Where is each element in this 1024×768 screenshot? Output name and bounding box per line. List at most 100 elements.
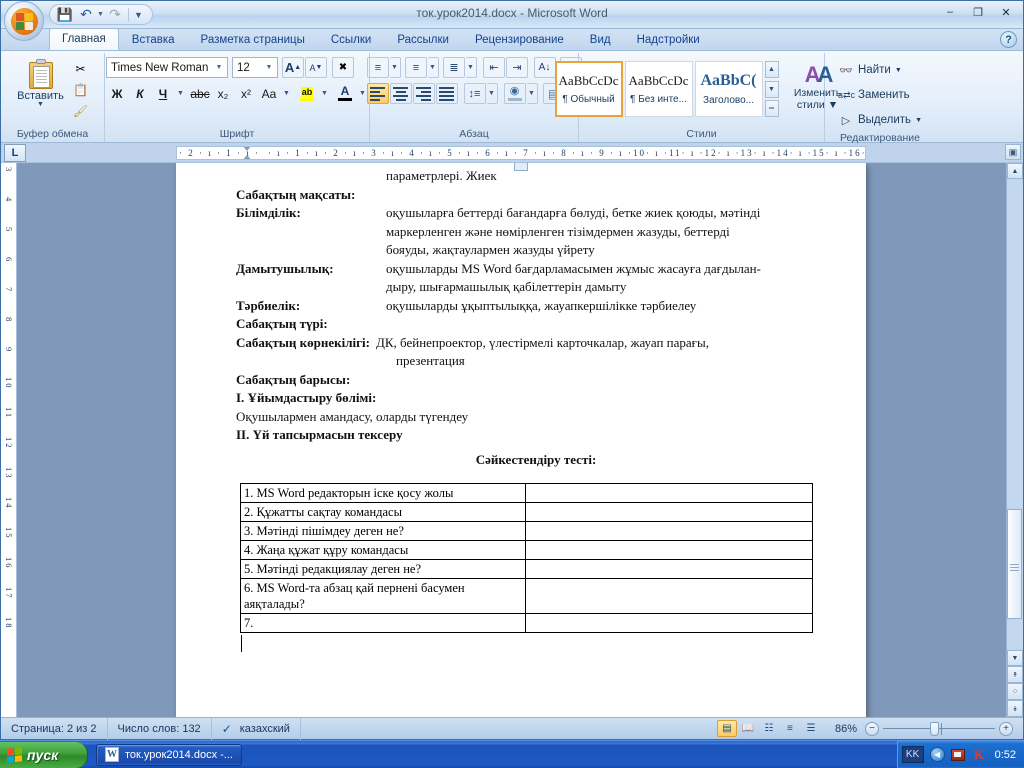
strikethrough-button[interactable]: abc [189, 83, 211, 104]
table-cell-question[interactable]: 6. MS Word-та абзац қай пернені басумен … [240, 578, 526, 614]
grow-font-button[interactable]: A ▲ [282, 57, 304, 78]
tab-references[interactable]: Ссылки [318, 29, 385, 50]
style-item-heading[interactable]: AaBbC( Заголово... [694, 61, 763, 117]
next-page-icon[interactable]: ↡ [1007, 700, 1023, 717]
zoom-handle[interactable] [930, 721, 939, 736]
bullet-list-dropdown-icon[interactable]: ▼ [389, 57, 401, 78]
decrease-indent-icon[interactable]: ⇤ [482, 57, 505, 78]
format-painter-icon[interactable]: 🖌 [70, 101, 92, 121]
start-button[interactable]: пуск [0, 741, 88, 768]
zoom-track[interactable] [883, 721, 995, 736]
superscript-button[interactable]: x² [235, 83, 257, 104]
scissors-icon[interactable]: ✂ [70, 59, 92, 79]
page-indicator[interactable]: Страница: 2 из 2 [1, 717, 108, 740]
select-button[interactable]: ▷ Выделить ▼ [833, 109, 927, 131]
table-cell-question[interactable]: 7. [240, 613, 526, 633]
matching-test-table[interactable]: 1. MS Word редакторын іске қосу жолы 2. … [240, 483, 813, 633]
styles-scroll-up-icon[interactable]: ▲ [764, 61, 779, 78]
help-icon[interactable]: ? [1000, 31, 1017, 48]
underline-button[interactable]: Ч [152, 83, 174, 104]
subscript-button[interactable]: x₂ [212, 83, 234, 104]
table-row[interactable]: 4. Жаңа құжат құру командасы [240, 540, 813, 560]
office-button[interactable] [4, 1, 44, 41]
minimize-button[interactable]: – [937, 3, 963, 21]
table-cell-answer[interactable] [525, 502, 813, 522]
tab-view[interactable]: Вид [577, 29, 624, 50]
styles-more-icon[interactable]: ═ [764, 100, 779, 117]
table-cell-question[interactable]: 4. Жаңа құжат құру командасы [240, 540, 526, 560]
increase-indent-icon[interactable]: ⇥ [505, 57, 528, 78]
align-right-icon[interactable] [412, 83, 435, 104]
table-cell-answer[interactable] [525, 559, 813, 579]
zoom-out-button[interactable]: − [865, 721, 879, 736]
justify-icon[interactable] [435, 83, 458, 104]
bullet-list-icon[interactable]: ≡ [366, 57, 389, 78]
zoom-level[interactable]: 86% [827, 723, 865, 735]
indent-marker-icon[interactable] [242, 147, 252, 159]
taskbar-item-word[interactable]: W ток.урок2014.docx -... [96, 743, 242, 766]
sort-icon[interactable]: A↓ [533, 57, 556, 78]
table-cell-answer[interactable] [525, 483, 813, 503]
zoom-in-button[interactable]: + [999, 721, 1013, 736]
table-cell-question[interactable]: 3. Мәтінді пішімдеу деген не? [240, 521, 526, 541]
previous-page-icon[interactable]: ↟ [1007, 666, 1023, 683]
multilevel-list-icon[interactable]: ≣ [442, 57, 465, 78]
scroll-down-icon[interactable]: ▼ [1007, 650, 1023, 666]
shading-icon[interactable]: ◉ [503, 83, 526, 104]
underline-dropdown-icon[interactable]: ▼ [175, 83, 186, 104]
draft-icon[interactable]: ☰ [801, 720, 821, 737]
web-layout-icon[interactable]: ☷ [759, 720, 779, 737]
paste-dropdown-icon[interactable]: ▼ [37, 101, 44, 108]
word-count[interactable]: Число слов: 132 [108, 717, 212, 740]
table-cell-answer[interactable] [525, 540, 813, 560]
scroll-up-icon[interactable]: ▲ [1007, 163, 1023, 179]
tab-page-layout[interactable]: Разметка страницы [188, 29, 318, 50]
print-layout-icon[interactable]: ▤ [716, 720, 737, 737]
shading-dropdown-icon[interactable]: ▼ [526, 83, 538, 104]
table-row[interactable]: 3. Мәтінді пішімдеу деген не? [240, 521, 813, 541]
tab-mailings[interactable]: Рассылки [384, 29, 462, 50]
network-icon[interactable] [951, 748, 966, 762]
font-name-dropdown-icon[interactable]: ▼ [213, 64, 225, 71]
font-size-dropdown-icon[interactable]: ▼ [263, 64, 275, 71]
paste-button[interactable]: Вставить ▼ [14, 57, 68, 108]
style-item-normal[interactable]: AaBbCcDc ¶ Обычный [554, 61, 623, 117]
language-indicator[interactable]: ✓ казахский [212, 717, 301, 740]
table-cell-answer[interactable] [525, 613, 813, 633]
table-row[interactable]: 1. MS Word редакторын іске қосу жолы [240, 483, 813, 503]
tab-review[interactable]: Рецензирование [462, 29, 577, 50]
style-item-no-spacing[interactable]: AaBbCcDc ¶ Без инте... [624, 61, 693, 117]
clear-formatting-icon[interactable]: ✖ [332, 57, 354, 78]
tab-addins[interactable]: Надстройки [624, 29, 713, 50]
change-case-dropdown-icon[interactable]: ▼ [281, 83, 292, 104]
chevron-left-icon[interactable]: ◀ [929, 747, 945, 762]
line-spacing-dropdown-icon[interactable]: ▼ [486, 83, 498, 104]
language-bar[interactable]: KK [901, 746, 924, 763]
table-cell-question[interactable]: 1. MS Word редакторын іске қосу жолы [240, 483, 526, 503]
bold-button[interactable]: Ж [106, 83, 128, 104]
scrollbar-track[interactable] [1007, 179, 1023, 650]
numbered-list-icon[interactable]: ≡ [404, 57, 427, 78]
tab-stop-selector[interactable]: L [4, 143, 26, 162]
line-spacing-icon[interactable]: ↕≡ [463, 83, 486, 104]
replace-button[interactable]: a⇄c Заменить [833, 84, 927, 106]
table-cell-answer[interactable] [525, 578, 813, 614]
table-cell-question[interactable]: 5. Мәтінді редакциялау деген не? [240, 559, 526, 579]
align-center-icon[interactable] [389, 83, 412, 104]
tab-insert[interactable]: Вставка [119, 29, 188, 50]
shrink-font-button[interactable]: A ▼ [305, 57, 327, 78]
outline-icon[interactable]: ≡ [780, 720, 800, 737]
maximize-button[interactable]: ❐ [965, 3, 991, 21]
table-cell-answer[interactable] [525, 521, 813, 541]
document-page[interactable]: параметрлері. Жиек Сабақтың мақсаты: Біл… [176, 163, 866, 717]
multilevel-list-dropdown-icon[interactable]: ▼ [465, 57, 477, 78]
close-button[interactable]: ✕ [993, 3, 1019, 21]
change-case-button[interactable]: Aa [258, 83, 280, 104]
kaspersky-icon[interactable]: K [972, 747, 987, 762]
table-row[interactable]: 2. Құжатты сақтау командасы [240, 502, 813, 522]
find-button[interactable]: 👓 Найти ▼ [833, 59, 927, 81]
italic-button[interactable]: К [129, 83, 151, 104]
vertical-ruler[interactable]: 3 4 5 6 7 8 9 10 11 12 13 14 15 16 17 18 [1, 163, 17, 717]
horizontal-ruler[interactable]: · 2 · ı · 1 · ı · · ı · 1 · ı · 2 · ı · … [176, 146, 866, 160]
vertical-scrollbar[interactable]: ▲ ▼ ↟ ○ ↡ [1006, 163, 1023, 717]
